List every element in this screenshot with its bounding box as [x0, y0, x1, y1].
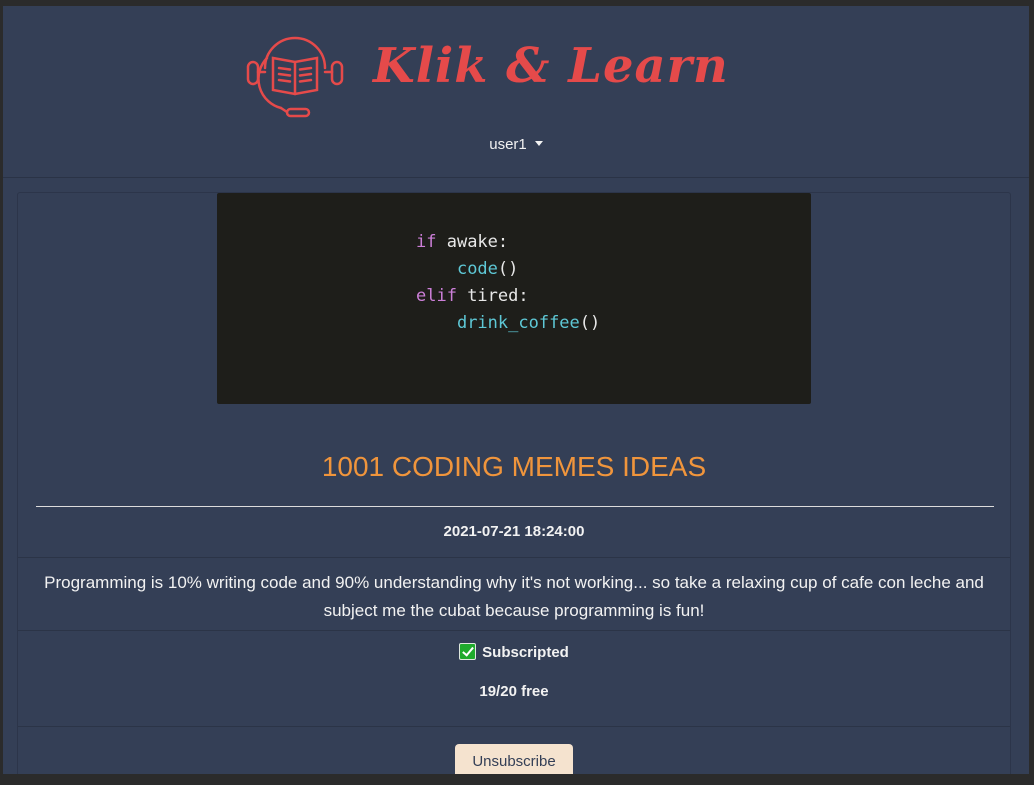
user-menu-label: user1 [489, 136, 527, 153]
unsubscribe-button[interactable]: Unsubscribe [455, 744, 573, 774]
code-text: () [497, 259, 519, 279]
section-divider [18, 557, 1010, 558]
title-divider [36, 506, 994, 507]
site-header: Klik & Learn user1 [3, 6, 1029, 178]
browser-frame: Klik & Learn user1 if awake: code() elif… [0, 0, 1034, 785]
check-icon [459, 643, 477, 660]
user-menu-dropdown[interactable]: user1 [3, 136, 1029, 153]
page: Klik & Learn user1 if awake: code() elif… [3, 6, 1029, 774]
course-title: 1001 CODING MEMES IDEAS [321, 451, 707, 482]
availability-count: 19/20 free [479, 683, 549, 700]
brand-name[interactable]: Klik & Learn [373, 34, 729, 98]
course-card: if awake: code() elif tired: drink_coffe… [17, 192, 1011, 774]
code-function: drink_coffee [456, 313, 580, 333]
section-divider [18, 630, 1010, 631]
code-text: awake: [436, 232, 509, 252]
course-datetime: 2021-07-21 18:24:00 [443, 523, 585, 540]
code-snippet: if awake: code() elif tired: drink_coffe… [416, 229, 600, 337]
caret-down-icon [534, 141, 543, 146]
subscription-status: Subscripted [18, 643, 1010, 661]
book-headset-icon[interactable] [243, 28, 347, 120]
code-keyword: if [416, 232, 437, 252]
section-divider [18, 726, 1010, 727]
code-text: tired: [456, 286, 529, 306]
course-description: Programming is 10% writing code and 90% … [44, 573, 984, 620]
code-keyword: elif [416, 286, 457, 306]
subscription-status-label: Subscripted [482, 644, 569, 661]
code-text: () [579, 313, 601, 333]
course-image: if awake: code() elif tired: drink_coffe… [217, 193, 811, 404]
code-function: code [456, 259, 498, 279]
